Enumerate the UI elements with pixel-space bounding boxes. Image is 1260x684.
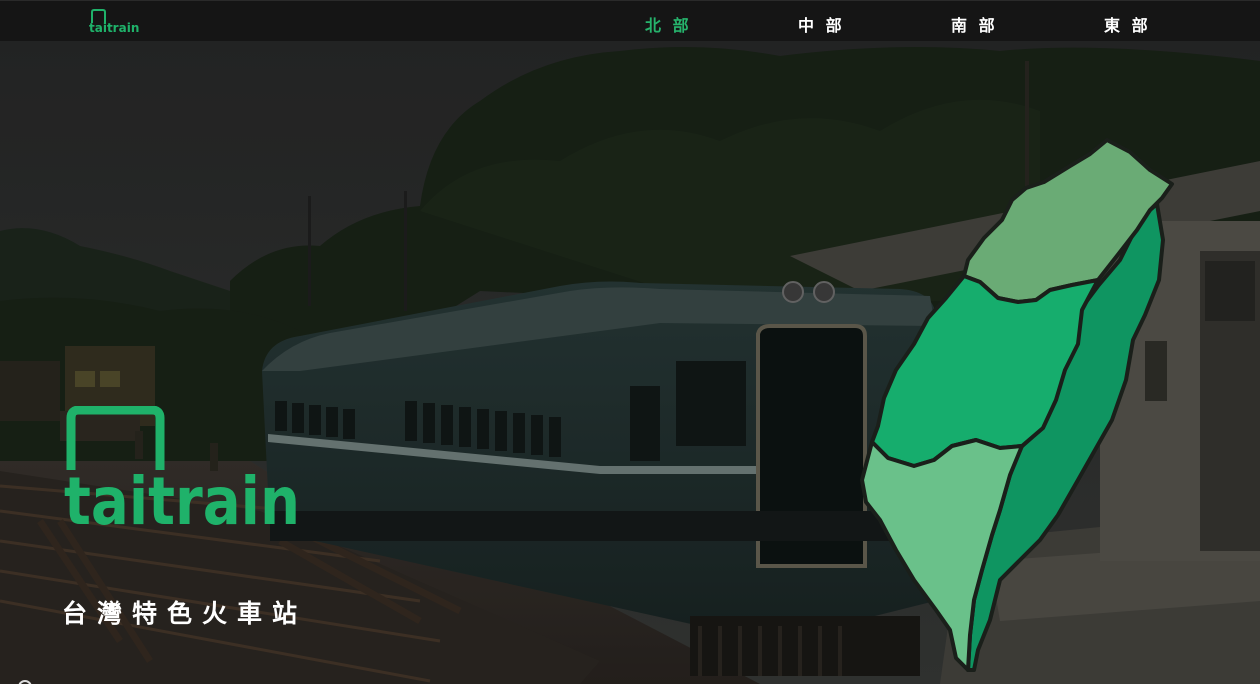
app-root: taitrain 北 部 中 部 南 部 東 部 taitrain 台灣特色火車… [0, 0, 1260, 684]
taitrain-brand-mark-icon: taitrain [64, 405, 300, 540]
hero-logo-text: taitrain [64, 463, 300, 530]
nav-link-north[interactable]: 北 部 [645, 12, 692, 36]
hero-tagline: 台灣特色火車站 [62, 599, 308, 628]
taiwan-region-map [860, 138, 1174, 672]
taitrain-logo-icon: taitrain [89, 9, 139, 35]
nav-link-east[interactable]: 東 部 [1104, 12, 1151, 36]
navbar-logo[interactable]: taitrain [88, 9, 142, 35]
navbar-logo-text: taitrain [89, 21, 139, 35]
hero-brand-logo: taitrain [64, 405, 304, 540]
nav-link-central[interactable]: 中 部 [798, 12, 845, 36]
nav-link-south[interactable]: 南 部 [951, 12, 998, 36]
top-navbar: taitrain 北 部 中 部 南 部 東 部 [0, 0, 1260, 41]
